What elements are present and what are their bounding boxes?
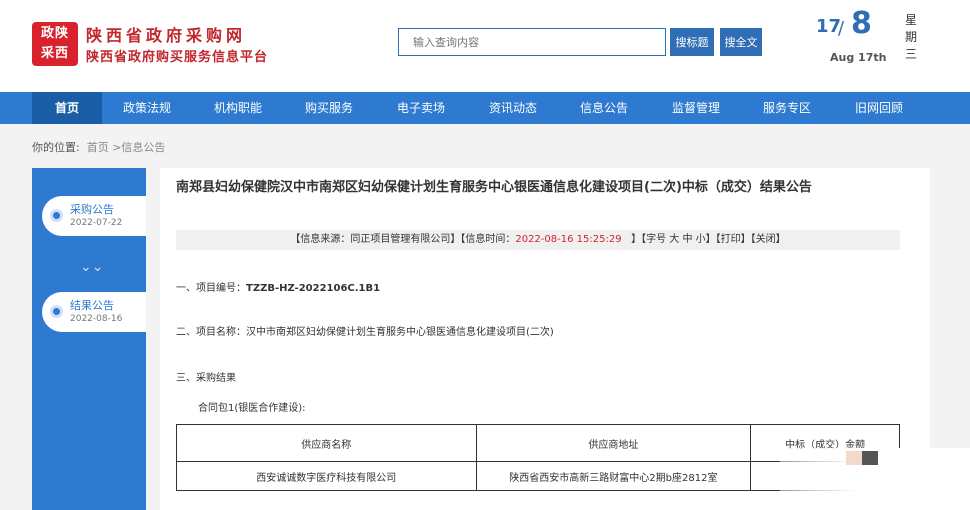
nav-item-e-mall[interactable]: 电子卖场 xyxy=(386,92,456,124)
info-source: 同正项目管理有限公司 xyxy=(350,234,451,245)
section-procurement-result: 三、采购结果 xyxy=(176,373,236,384)
date-english: Aug 17th xyxy=(830,51,887,64)
step-label: 结果公告 xyxy=(70,299,114,312)
search-fulltext-button[interactable]: 搜全文 xyxy=(720,28,762,56)
site-header: 政陕 采西 陕西省政府采购网 陕西省政府购买服务信息平台 搜标题 搜全文 17 … xyxy=(0,0,970,92)
search-box xyxy=(398,28,666,56)
nav-item-old-site[interactable]: 旧网回顾 xyxy=(844,92,914,124)
process-sidebar: 采购公告 2022-07-22 ⌄⌄ 结果公告 2022-08-16 xyxy=(32,168,146,510)
breadcrumb-path[interactable]: 首页 >信息公告 xyxy=(87,141,166,154)
table-header: 供应商地址 xyxy=(475,424,752,462)
nav-item-purchase-service[interactable]: 购买服务 xyxy=(294,92,364,124)
section-project-number: 一、项目编号：TZZB-HZ-2022106C.1B1 xyxy=(176,279,380,294)
article-title: 南郑县妇幼保健院汉中市南郑区妇幼保健计划生育服务中心银医通信息化建设项目(二次)… xyxy=(176,180,812,195)
info-time: 2022-08-16 15:25:29 xyxy=(515,234,622,245)
article-info-bar: 【信息来源：同正项目管理有限公司】【信息时间：2022-08-16 15:25:… xyxy=(176,230,900,250)
weekday-char: 期 xyxy=(905,30,918,44)
breadcrumb-prefix: 你的位置: xyxy=(32,141,80,154)
section-project-name: 二、项目名称：汉中市南郑区妇幼保健计划生育服务中心银医通信息化建设项目(二次) xyxy=(176,323,554,338)
project-name: 汉中市南郑区妇幼保健计划生育服务中心银医通信息化建设项目(二次) xyxy=(246,327,554,338)
step-dot-icon xyxy=(50,305,63,318)
font-size-control[interactable]: 】【字号 大 中 小】 xyxy=(631,234,716,245)
search-input[interactable] xyxy=(399,29,665,55)
nav-item-organization[interactable]: 机构职能 xyxy=(203,92,273,124)
weekday-char: 星 xyxy=(905,13,918,27)
step-dot-icon xyxy=(50,209,63,222)
step-label: 采购公告 xyxy=(70,203,114,216)
weekday: 星 期 三 xyxy=(905,12,919,63)
info-source-label: 【信息来源： xyxy=(290,234,351,245)
double-chevron-down-icon: ⌄⌄ xyxy=(80,259,104,275)
search-title-button[interactable]: 搜标题 xyxy=(670,28,714,56)
package-label: 合同包1(银医合作建设): xyxy=(198,403,306,414)
nav-item-home[interactable]: 首页 xyxy=(32,92,102,124)
date-month: 8 xyxy=(851,6,872,41)
logo-text-top: 政陕 xyxy=(40,26,69,41)
step-result-notice[interactable]: 结果公告 2022-08-16 xyxy=(42,292,146,332)
step-date: 2022-08-16 xyxy=(70,314,123,324)
site-logo[interactable]: 政陕 采西 xyxy=(32,22,78,66)
site-name: 陕西省政府采购网 xyxy=(86,26,247,45)
close-link[interactable]: 【关闭】 xyxy=(751,234,786,245)
nav-item-announcements[interactable]: 信息公告 xyxy=(569,92,639,124)
info-time-label: 】【信息时间： xyxy=(450,234,516,245)
project-number: TZZB-HZ-2022106C.1B1 xyxy=(246,283,381,294)
table-cell: 陕西省西安市高新三路财富中心2期b座2812室 xyxy=(475,461,752,491)
nav-item-service-zone[interactable]: 服务专区 xyxy=(752,92,822,124)
date-slash: / xyxy=(838,18,845,39)
section-label: 一、项目编号： xyxy=(176,283,246,294)
nav-item-supervision[interactable]: 监督管理 xyxy=(661,92,731,124)
table-header: 供应商名称 xyxy=(176,424,477,462)
breadcrumb: 你的位置: 首页 >信息公告 xyxy=(32,139,165,155)
section-label: 二、项目名称： xyxy=(176,327,246,338)
main-nav: 首页 政策法规 机构职能 购买服务 电子卖场 资讯动态 信息公告 监督管理 服务… xyxy=(0,92,970,124)
site-subtitle: 陕西省政府购买服务信息平台 xyxy=(86,50,269,65)
nav-item-news[interactable]: 资讯动态 xyxy=(478,92,548,124)
step-procurement-notice[interactable]: 采购公告 2022-07-22 xyxy=(42,196,146,236)
blurred-block xyxy=(862,451,878,465)
blurred-block xyxy=(846,451,862,465)
table-cell: 西安诚诚数字医疗科技有限公司 xyxy=(176,461,477,491)
print-link[interactable]: 【打印】 xyxy=(716,234,751,245)
weekday-char: 三 xyxy=(905,47,918,61)
nav-item-policy[interactable]: 政策法规 xyxy=(112,92,182,124)
step-date: 2022-07-22 xyxy=(70,218,123,228)
logo-text-bottom: 采西 xyxy=(40,46,69,61)
